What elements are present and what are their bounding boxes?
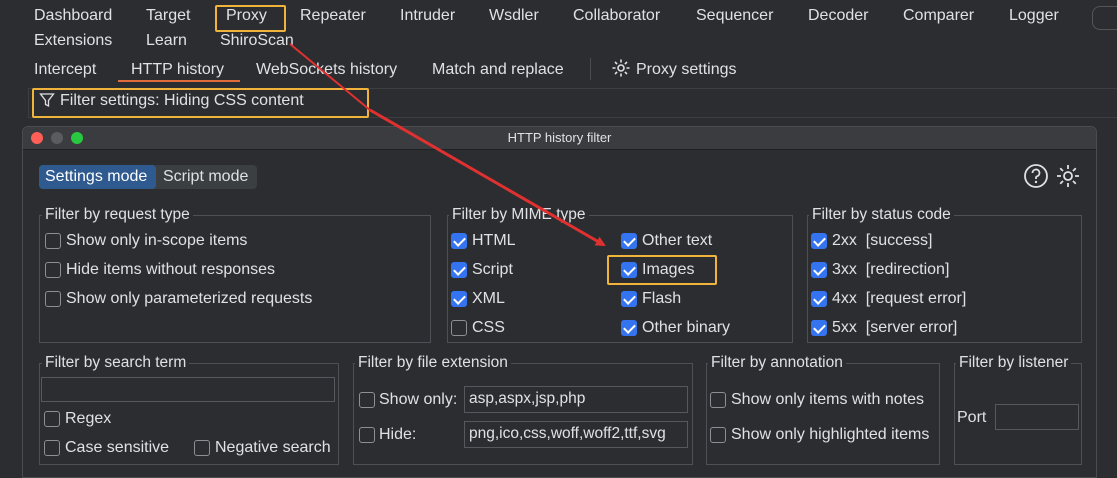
status-3xx-checkbox[interactable] [811,262,827,278]
tab-intercept[interactable]: Intercept [34,60,96,80]
file-extension-legend: Filter by file extension [355,354,511,372]
filter-settings-highlight [32,88,369,118]
dialog-title: HTTP history filter [507,130,612,145]
search-term-panel: Filter by search term Regex Case sensiti… [39,354,339,465]
hide-no-response-label: Hide items without responses [66,261,275,278]
regex-label: Regex [65,410,112,427]
parameterized-checkbox[interactable] [45,291,61,307]
tab-wsdler[interactable]: Wsdler [489,6,539,26]
tab-shiroscan[interactable]: ShiroScan [220,31,294,51]
settings-gear-icon[interactable] [1055,163,1081,194]
proxy-tab-highlight [215,5,286,32]
tab-dashboard[interactable]: Dashboard [34,6,112,26]
case-sensitive-label: Case sensitive [65,439,170,456]
tab-websockets-history[interactable]: WebSockets history [256,60,397,80]
proxy-sub-tab-bar: Intercept HTTP history WebSockets histor… [0,54,1117,84]
case-sensitive-checkbox[interactable] [44,440,60,456]
request-type-legend: Filter by request type [42,206,193,224]
tab-sequencer[interactable]: Sequencer [696,6,773,26]
status-2xx-checkbox[interactable] [811,233,827,249]
tab-repeater[interactable]: Repeater [300,6,366,26]
tab-intruder[interactable]: Intruder [400,6,455,26]
other-binary-checkbox[interactable] [621,320,637,336]
script-mode-button[interactable]: Script mode [163,168,248,186]
dialog-titlebar: HTTP history filter [23,127,1096,150]
tab-collaborator[interactable]: Collaborator [573,6,660,26]
tab-learn[interactable]: Learn [146,31,187,51]
negative-search-checkbox[interactable] [194,440,210,456]
gear-icon[interactable] [611,58,631,83]
script-label: Script [472,261,513,278]
other-binary-label: Other binary [642,319,731,336]
request-type-panel: Filter by request type Show only in-scop… [39,206,431,343]
images-highlight [607,255,717,285]
tab-decoder[interactable]: Decoder [808,6,868,26]
status-code-panel: Filter by status code 2xx [success] 3xx … [807,206,1082,343]
regex-checkbox[interactable] [44,411,60,427]
status-2xx-label: 2xx [success] [832,232,933,249]
overflow-tab[interactable] [1092,6,1117,30]
http-history-filter-dialog: HTTP history filter Settings mode Script… [22,126,1097,478]
main-tab-bar: Dashboard Target Proxy Repeater Intruder… [0,0,1117,54]
help-icon[interactable] [1023,163,1049,194]
tab-extensions[interactable]: Extensions [34,31,112,51]
tab-comparer[interactable]: Comparer [903,6,974,26]
css-label: CSS [472,319,505,336]
show-only-input[interactable]: asp,aspx,jsp,php [464,386,688,413]
show-only-label: Show only: [379,391,458,408]
port-label: Port [957,409,987,426]
other-text-checkbox[interactable] [621,233,637,249]
in-scope-checkbox[interactable] [45,233,61,249]
parameterized-label: Show only parameterized requests [66,290,313,307]
annotation-legend: Filter by annotation [708,354,846,372]
settings-mode-label: Settings mode [45,168,148,185]
status-3xx-label: 3xx [redirection] [832,261,950,278]
html-label: HTML [472,232,516,249]
xml-label: XML [472,290,505,307]
tab-logger[interactable]: Logger [1009,6,1059,26]
status-5xx-label: 5xx [server error] [832,319,958,336]
tab-http-history[interactable]: HTTP history [131,60,224,80]
tab-match-and-replace[interactable]: Match and replace [432,60,564,80]
html-checkbox[interactable] [451,233,467,249]
mime-type-legend: Filter by MIME type [449,206,589,224]
status-5xx-checkbox[interactable] [811,320,827,336]
status-4xx-checkbox[interactable] [811,291,827,307]
file-extension-panel: Filter by file extension Show only: asp,… [353,354,693,465]
css-checkbox[interactable] [451,320,467,336]
script-checkbox[interactable] [451,262,467,278]
flash-checkbox[interactable] [621,291,637,307]
highlighted-checkbox[interactable] [710,427,726,443]
listener-legend: Filter by listener [956,354,1072,372]
hide-input[interactable]: png,ico,css,woff,woff2,ttf,svg [464,421,688,448]
notes-checkbox[interactable] [710,392,726,408]
in-scope-label: Show only in-scope items [66,232,248,249]
annotation-panel: Filter by annotation Show only items wit… [706,354,940,465]
status-4xx-label: 4xx [request error] [832,290,967,307]
divider [590,58,591,80]
hide-checkbox[interactable] [359,427,375,443]
notes-label: Show only items with notes [731,391,924,408]
negative-search-label: Negative search [215,439,331,456]
highlighted-label: Show only highlighted items [731,426,930,443]
listener-panel: Filter by listener Port [954,354,1082,465]
hide-label: Hide: [379,426,417,443]
xml-checkbox[interactable] [451,291,467,307]
tab-target[interactable]: Target [146,6,190,26]
active-tab-underline [118,80,240,82]
proxy-settings-link[interactable]: Proxy settings [636,60,736,80]
status-code-legend: Filter by status code [809,206,954,224]
port-input[interactable] [995,404,1079,430]
search-term-legend: Filter by search term [42,354,190,372]
other-text-label: Other text [642,232,713,249]
search-term-input[interactable] [41,377,335,402]
hide-no-response-checkbox[interactable] [45,262,61,278]
show-only-checkbox[interactable] [359,392,375,408]
flash-label: Flash [642,290,682,307]
